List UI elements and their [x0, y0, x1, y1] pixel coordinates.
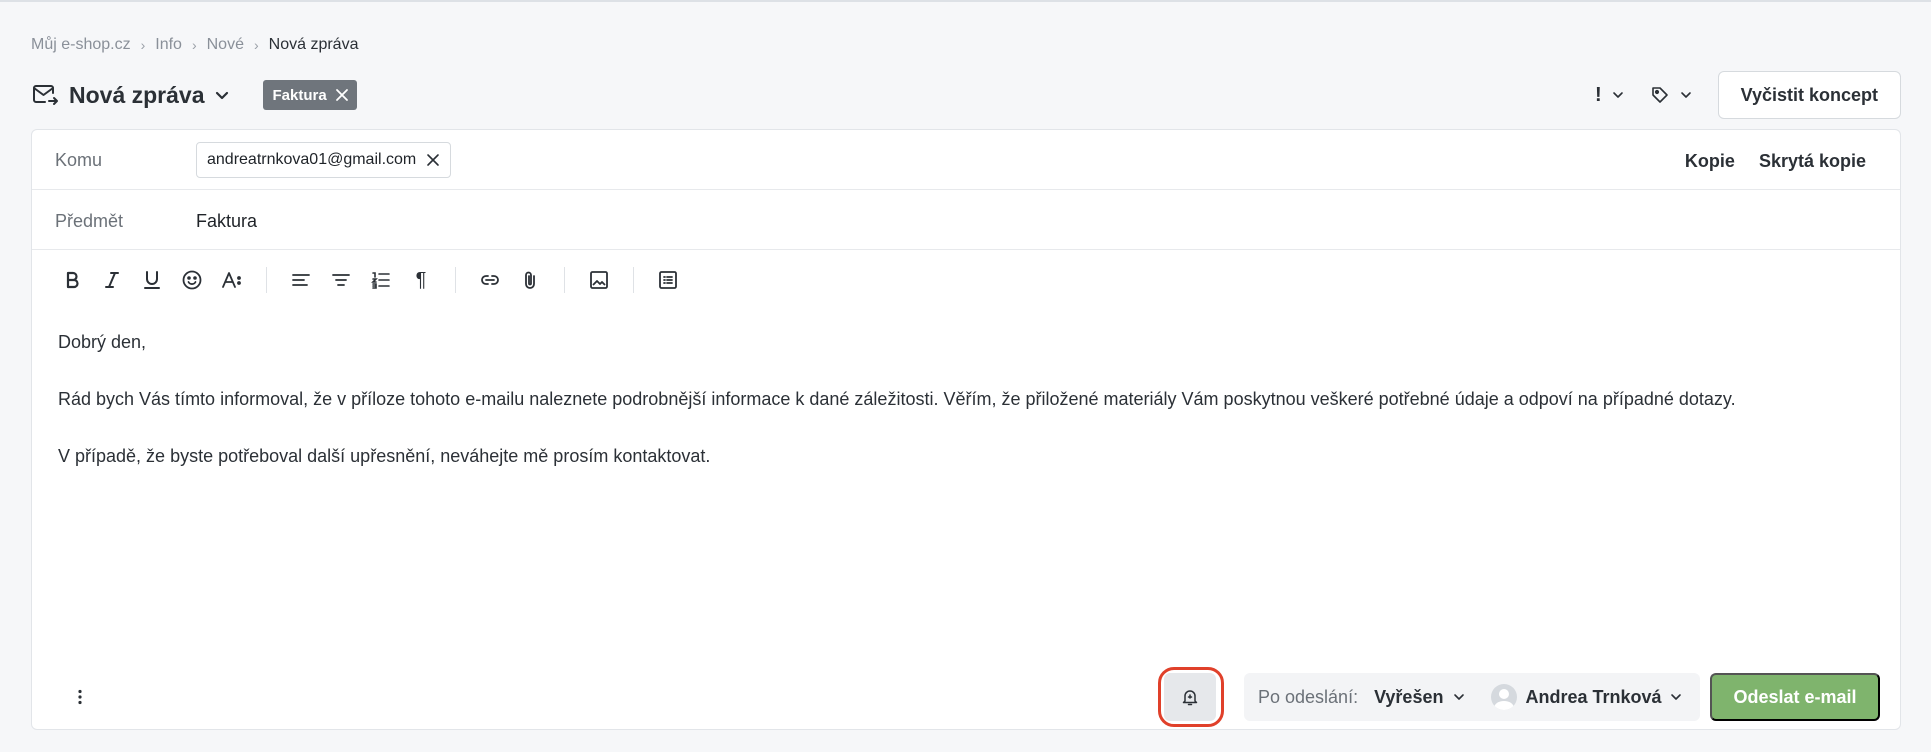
title-chevron-down-icon[interactable]	[213, 86, 231, 104]
avatar	[1491, 684, 1518, 710]
assignee-name: Andrea Trnková	[1525, 686, 1662, 707]
breadcrumb-shop[interactable]: Můj e-shop.cz	[31, 36, 131, 54]
image-icon	[590, 271, 608, 289]
emoji-button[interactable]	[172, 263, 212, 297]
kebab-menu-icon	[78, 689, 82, 705]
tag-chip: Faktura	[262, 80, 357, 110]
chevron-down-icon	[1670, 694, 1681, 700]
link-button[interactable]	[470, 263, 510, 297]
after-send-panel: Po odeslání: Vyřešen Andrea Trnková	[1244, 673, 1700, 721]
italic-icon	[105, 272, 119, 288]
status-value: Vyřešen	[1374, 686, 1444, 707]
priority-dropdown[interactable]: !	[1595, 84, 1624, 107]
paragraph-icon: ¶	[415, 268, 427, 291]
italic-button[interactable]	[92, 263, 132, 297]
subject-input[interactable]: Faktura	[196, 211, 257, 232]
font-size-icon	[222, 272, 241, 288]
bold-icon	[66, 271, 79, 289]
header-actions: ! Vyčistit koncept	[1595, 71, 1901, 119]
align-left-button[interactable]	[281, 263, 321, 297]
breadcrumb: Můj e-shop.cz › Info › Nové › Nová zpráv…	[31, 36, 358, 54]
image-button[interactable]	[579, 263, 619, 297]
tag-label: Faktura	[272, 86, 327, 104]
link-icon	[481, 275, 499, 285]
underline-icon	[144, 271, 160, 289]
bold-button[interactable]	[52, 263, 92, 297]
cc-button[interactable]: Kopie	[1685, 151, 1735, 172]
copy-links: Kopie Skrytá kopie	[1685, 151, 1866, 172]
assignee-dropdown[interactable]: Andrea Trnková	[1491, 684, 1681, 710]
align-center-button[interactable]	[321, 263, 361, 297]
attachment-button[interactable]	[510, 263, 550, 297]
numbered-list-button[interactable]	[361, 263, 401, 297]
tag-icon	[1651, 87, 1668, 103]
title-row: Nová zpráva Faktura ! Vyčistit koncept	[31, 71, 1901, 119]
priority-icon: !	[1594, 83, 1602, 106]
body-paragraph: V případě, že byste potřeboval další upř…	[58, 446, 711, 466]
more-options-button[interactable]	[70, 685, 90, 709]
chevron-down-icon	[1454, 694, 1465, 700]
subject-label: Předmět	[55, 211, 124, 231]
compose-card: Komu andreatrnkova01@gmail.com Kopie Skr…	[31, 129, 1901, 730]
body-paragraph: Dobrý den,	[58, 332, 147, 352]
after-send-label: Po odeslání:	[1258, 686, 1359, 707]
breadcrumb-info[interactable]: Info	[155, 36, 182, 54]
title-group: Nová zpráva Faktura	[31, 80, 357, 110]
emoji-icon	[182, 270, 202, 290]
breadcrumb-separator: ›	[191, 37, 197, 53]
toolbar-divider	[266, 267, 267, 293]
send-email-button[interactable]: Odeslat e-mail	[1710, 673, 1880, 721]
breadcrumb-current: Nová zpráva	[268, 36, 359, 53]
clear-draft-button[interactable]: Vyčistit koncept	[1717, 71, 1901, 119]
to-label: Komu	[55, 150, 103, 170]
bcc-button[interactable]: Skrytá kopie	[1759, 151, 1866, 172]
page-title: Nová zpráva	[69, 81, 205, 108]
toolbar-divider	[633, 267, 634, 293]
bell-reminder-icon	[1182, 690, 1198, 706]
status-dropdown[interactable]: Vyřešen	[1374, 687, 1465, 708]
attachment-icon	[525, 271, 535, 289]
message-body-editor[interactable]: Dobrý den, Rád bych Vás tímto informoval…	[58, 330, 1870, 501]
chevron-down-icon	[1680, 92, 1691, 98]
editor-toolbar: ¶	[52, 263, 688, 297]
label-dropdown[interactable]	[1650, 85, 1692, 105]
align-center-icon	[332, 274, 350, 286]
align-left-icon	[292, 274, 310, 286]
breadcrumb-new[interactable]: Nové	[207, 36, 244, 54]
recipient-email: andreatrnkova01@gmail.com	[207, 151, 417, 168]
toolbar-divider	[564, 267, 565, 293]
tag-remove-icon[interactable]	[335, 88, 349, 102]
to-row: Komu andreatrnkova01@gmail.com Kopie Skr…	[32, 130, 1900, 190]
mail-send-icon	[33, 85, 58, 105]
remove-recipient-icon[interactable]	[426, 153, 440, 167]
recipient-chip[interactable]: andreatrnkova01@gmail.com	[196, 142, 452, 178]
template-button[interactable]	[648, 263, 688, 297]
breadcrumb-separator: ›	[140, 37, 146, 53]
font-size-button[interactable]	[212, 263, 252, 297]
template-icon	[659, 271, 677, 289]
compose-footer: Po odeslání: Vyřešen Andrea Trnková Odes…	[32, 659, 1900, 729]
underline-button[interactable]	[132, 263, 172, 297]
paragraph-button[interactable]: ¶	[401, 263, 441, 297]
numbered-list-icon	[371, 272, 390, 289]
toolbar-divider	[455, 267, 456, 293]
reminder-button[interactable]	[1164, 673, 1216, 721]
subject-row: Předmět Faktura	[32, 190, 1900, 250]
body-paragraph: Rád bych Vás tímto informoval, že v příl…	[58, 389, 1736, 409]
chevron-down-icon	[1612, 92, 1623, 98]
breadcrumb-separator: ›	[253, 37, 259, 53]
